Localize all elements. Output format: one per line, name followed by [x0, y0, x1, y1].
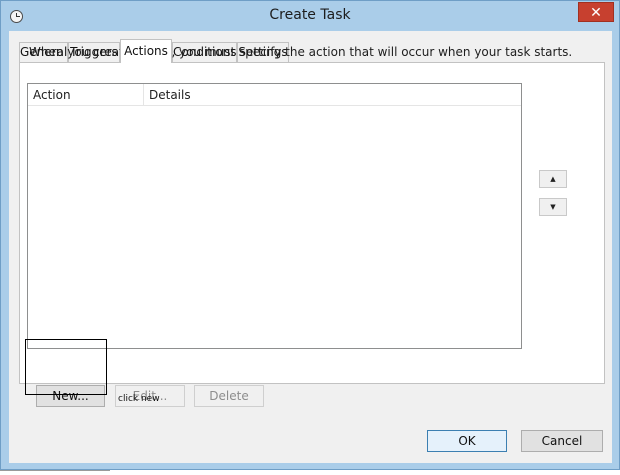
- tab-actions[interactable]: Actions: [120, 39, 172, 63]
- column-header-details[interactable]: Details: [144, 84, 344, 106]
- window-title: Create Task: [269, 7, 351, 23]
- background-edge: [0, 470, 110, 475]
- annotation-note: click new: [118, 394, 160, 404]
- title-bar[interactable]: Create Task ✕: [1, 1, 619, 31]
- list-header: Action Details: [28, 84, 521, 106]
- cancel-button[interactable]: Cancel: [521, 430, 603, 452]
- move-up-button[interactable]: ▲: [539, 170, 567, 188]
- column-header-action[interactable]: Action: [28, 84, 144, 106]
- move-down-button[interactable]: ▼: [539, 198, 567, 216]
- actions-list[interactable]: Action Details: [27, 83, 522, 349]
- annotation-box: [25, 339, 107, 395]
- actions-description: When you create a task, you must specify…: [29, 45, 573, 59]
- delete-action-button[interactable]: Delete: [194, 385, 264, 407]
- ok-button[interactable]: OK: [427, 430, 507, 452]
- close-button[interactable]: ✕: [578, 2, 614, 22]
- create-task-window: Create Task ✕ General Triggers Actions C…: [0, 0, 620, 470]
